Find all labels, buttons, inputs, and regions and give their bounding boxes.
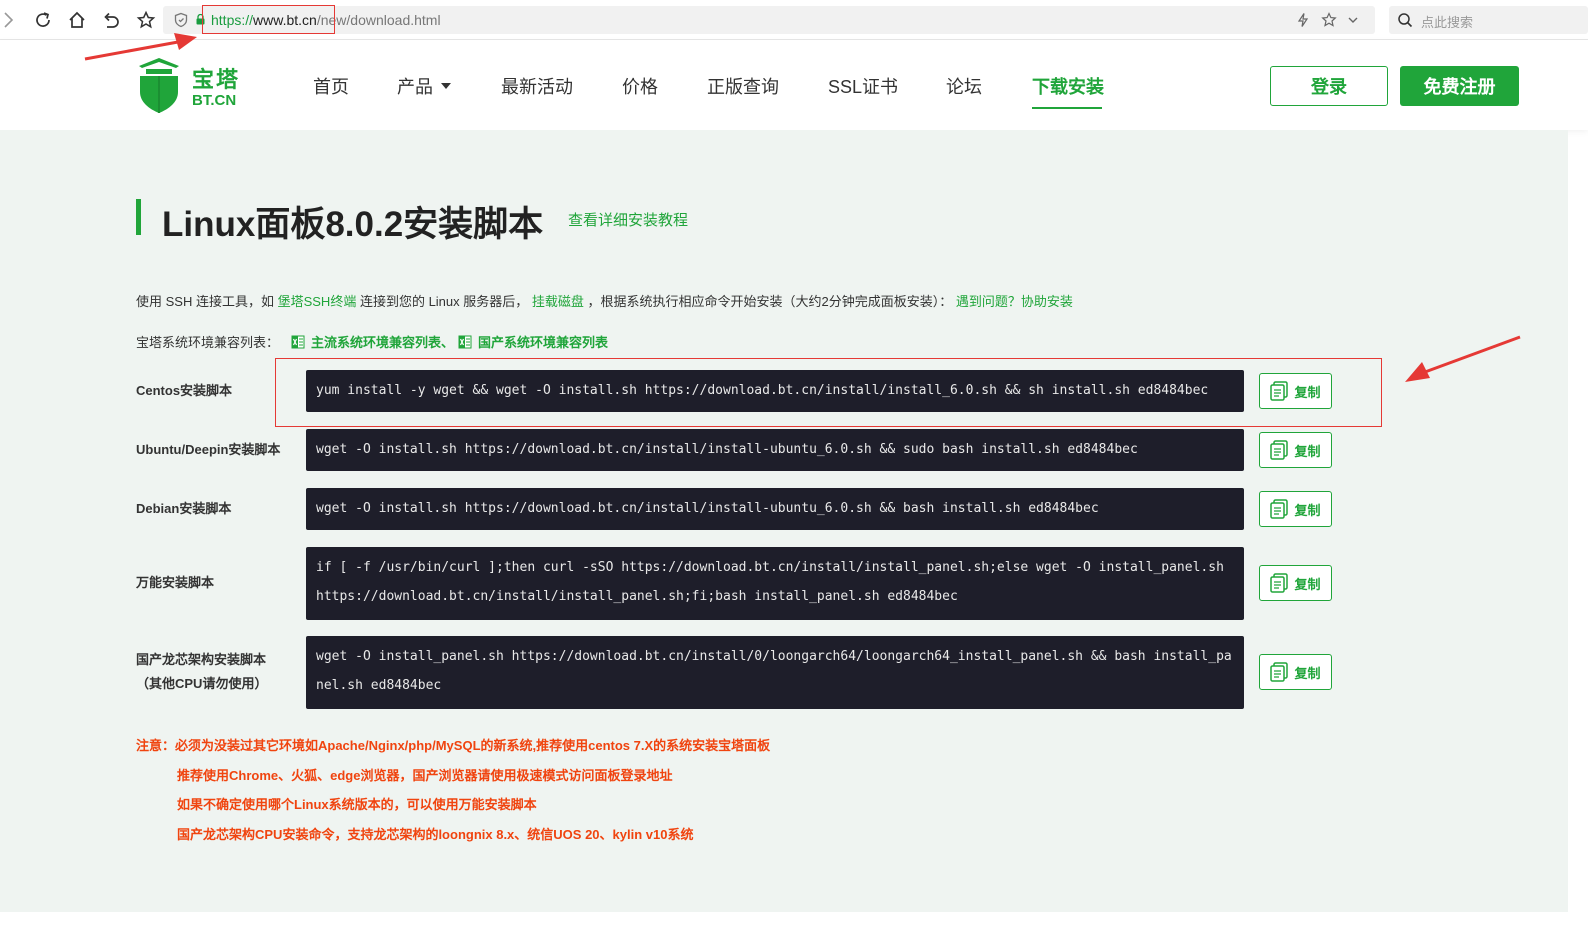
- script-label: Ubuntu/Deepin安装脚本: [136, 442, 281, 457]
- script-command[interactable]: if [ -f /usr/bin/curl ];then curl -sSO h…: [306, 547, 1244, 620]
- compat-list: 宝塔系统环境兼容列表： 主流系统环境兼容列表、 国产系统环境兼容列表: [136, 332, 608, 351]
- copy-icon: [1270, 662, 1289, 682]
- domestic-compat-link[interactable]: 国产系统环境兼容列表: [478, 332, 608, 351]
- script-label-line2: （其他CPU请勿使用）: [136, 676, 268, 691]
- script-label: 国产龙芯架构安装脚本 （其他CPU请勿使用）: [136, 648, 267, 696]
- search-placeholder: 点此搜索: [1421, 15, 1474, 30]
- logo-text-cn: 宝塔: [192, 67, 241, 92]
- ssh-terminal-link[interactable]: 堡塔SSH终端: [278, 294, 357, 309]
- install-notes: 注意：必须为没装过其它环境如Apache/Nginx/php/MySQL的新系统…: [136, 731, 770, 849]
- mount-disk-link[interactable]: 挂载磁盘: [532, 294, 584, 309]
- note-line: 推荐使用Chrome、火狐、edge浏览器，国产浏览器请使用极速模式访问面板登录…: [177, 767, 673, 783]
- excel-icon: [291, 335, 305, 348]
- url-path: /new/download.html: [316, 12, 441, 28]
- copy-icon: [1270, 573, 1289, 593]
- note-line: 国产龙芯架构CPU安装命令，支持龙芯架构的loongnix 8.x、统信UOS …: [177, 826, 694, 842]
- tutorial-link[interactable]: 查看详细安装教程: [568, 209, 688, 230]
- copy-button[interactable]: 复制: [1259, 373, 1332, 409]
- help-install-link[interactable]: 遇到问题？协助安装: [956, 294, 1073, 309]
- copy-button[interactable]: 复制: [1259, 432, 1332, 468]
- annotation-arrow-centos: [1405, 335, 1521, 382]
- intro-part3: ，根据系统执行相应命令开始安装（大约2分钟完成面板安装）：: [587, 294, 953, 309]
- intro-text: 使用 SSH 连接工具，如 堡塔SSH终端 连接到您的 Linux 服务器后， …: [136, 291, 1073, 310]
- copy-label: 复制: [1294, 443, 1321, 459]
- note-line: 注意：必须为没装过其它环境如Apache/Nginx/php/MySQL的新系统…: [136, 738, 771, 753]
- script-label: Centos安装脚本: [136, 383, 233, 398]
- script-command[interactable]: wget -O install.sh https://download.bt.c…: [306, 429, 1244, 471]
- page-title: Linux面板8.0.2安装脚本: [162, 205, 544, 244]
- nav-license-check[interactable]: 正版查询: [707, 73, 779, 99]
- main-content: Linux面板8.0.2安装脚本 查看详细安装教程 使用 SSH 连接工具，如 …: [0, 130, 1568, 912]
- address-bar[interactable]: https://www.bt.cn/new/download.html: [163, 6, 1375, 34]
- intro-part2: 连接到您的 Linux 服务器后，: [359, 294, 529, 309]
- nav-products-label: 产品: [397, 77, 433, 97]
- copy-button[interactable]: 复制: [1259, 491, 1332, 527]
- copy-label: 复制: [1294, 384, 1321, 400]
- nav-home[interactable]: 首页: [313, 73, 349, 99]
- register-button[interactable]: 免费注册: [1400, 66, 1519, 106]
- nav-products[interactable]: 产品: [397, 73, 451, 99]
- bookmark-star-icon[interactable]: [135, 9, 157, 31]
- intro-part1: 使用 SSH 连接工具，如: [136, 294, 274, 309]
- script-command[interactable]: yum install -y wget && wget -O install.s…: [306, 370, 1244, 412]
- compat-label: 宝塔系统环境兼容列表：: [136, 335, 280, 350]
- nav-latest-events[interactable]: 最新活动: [501, 73, 573, 99]
- script-command[interactable]: wget -O install.sh https://download.bt.c…: [306, 488, 1244, 530]
- browser-toolbar: https://www.bt.cn/new/download.html 点此搜索: [0, 0, 1588, 40]
- home-icon[interactable]: [66, 9, 88, 31]
- logo-text-en: BT.CN: [192, 92, 237, 109]
- site-logo[interactable]: 宝塔 BT.CN: [136, 56, 256, 116]
- undo-icon[interactable]: [100, 9, 122, 31]
- annotation-arrow-url: [84, 33, 197, 61]
- copy-icon: [1270, 499, 1289, 519]
- nav-forum[interactable]: 论坛: [946, 73, 982, 99]
- site-header: 宝塔 BT.CN 首页 产品 最新活动 价格 正版查询 SSL证书 论坛 下载安…: [0, 40, 1588, 130]
- search-icon: [1398, 13, 1413, 28]
- nav-download[interactable]: 下载安装: [1032, 73, 1104, 99]
- title-accent-bar: [136, 199, 141, 235]
- reload-icon[interactable]: [32, 9, 54, 31]
- url-annotation-box: [202, 5, 335, 34]
- copy-button[interactable]: 复制: [1259, 565, 1332, 601]
- lightning-icon[interactable]: [1295, 12, 1311, 28]
- shield-icon[interactable]: [173, 12, 189, 28]
- copy-label: 复制: [1294, 665, 1321, 681]
- script-command[interactable]: wget -O install_panel.sh https://downloa…: [306, 636, 1244, 709]
- script-label: 万能安装脚本: [136, 575, 215, 590]
- caret-down-icon: [441, 83, 451, 90]
- login-button[interactable]: 登录: [1270, 66, 1388, 106]
- mainstream-compat-link[interactable]: 主流系统环境兼容列表、: [311, 332, 454, 351]
- browser-search-input[interactable]: 点此搜索: [1389, 6, 1588, 34]
- copy-label: 复制: [1294, 576, 1321, 592]
- favorite-star-icon[interactable]: [1321, 12, 1337, 28]
- script-label: Debian安装脚本: [136, 501, 232, 516]
- excel-icon: [458, 335, 472, 348]
- active-nav-underline: [1032, 107, 1102, 109]
- note-line: 如果不确定使用哪个Linux系统版本的，可以使用万能安装脚本: [177, 797, 537, 812]
- chevron-down-icon[interactable]: [1345, 12, 1361, 28]
- copy-button[interactable]: 复制: [1259, 654, 1332, 690]
- copy-icon: [1270, 440, 1289, 460]
- copy-icon: [1270, 381, 1289, 401]
- nav-ssl-cert[interactable]: SSL证书: [828, 73, 898, 99]
- nav-pricing[interactable]: 价格: [622, 73, 658, 99]
- copy-label: 复制: [1294, 502, 1321, 518]
- forward-icon[interactable]: [0, 9, 22, 31]
- script-label-line1: 国产龙芯架构安装脚本: [136, 652, 267, 667]
